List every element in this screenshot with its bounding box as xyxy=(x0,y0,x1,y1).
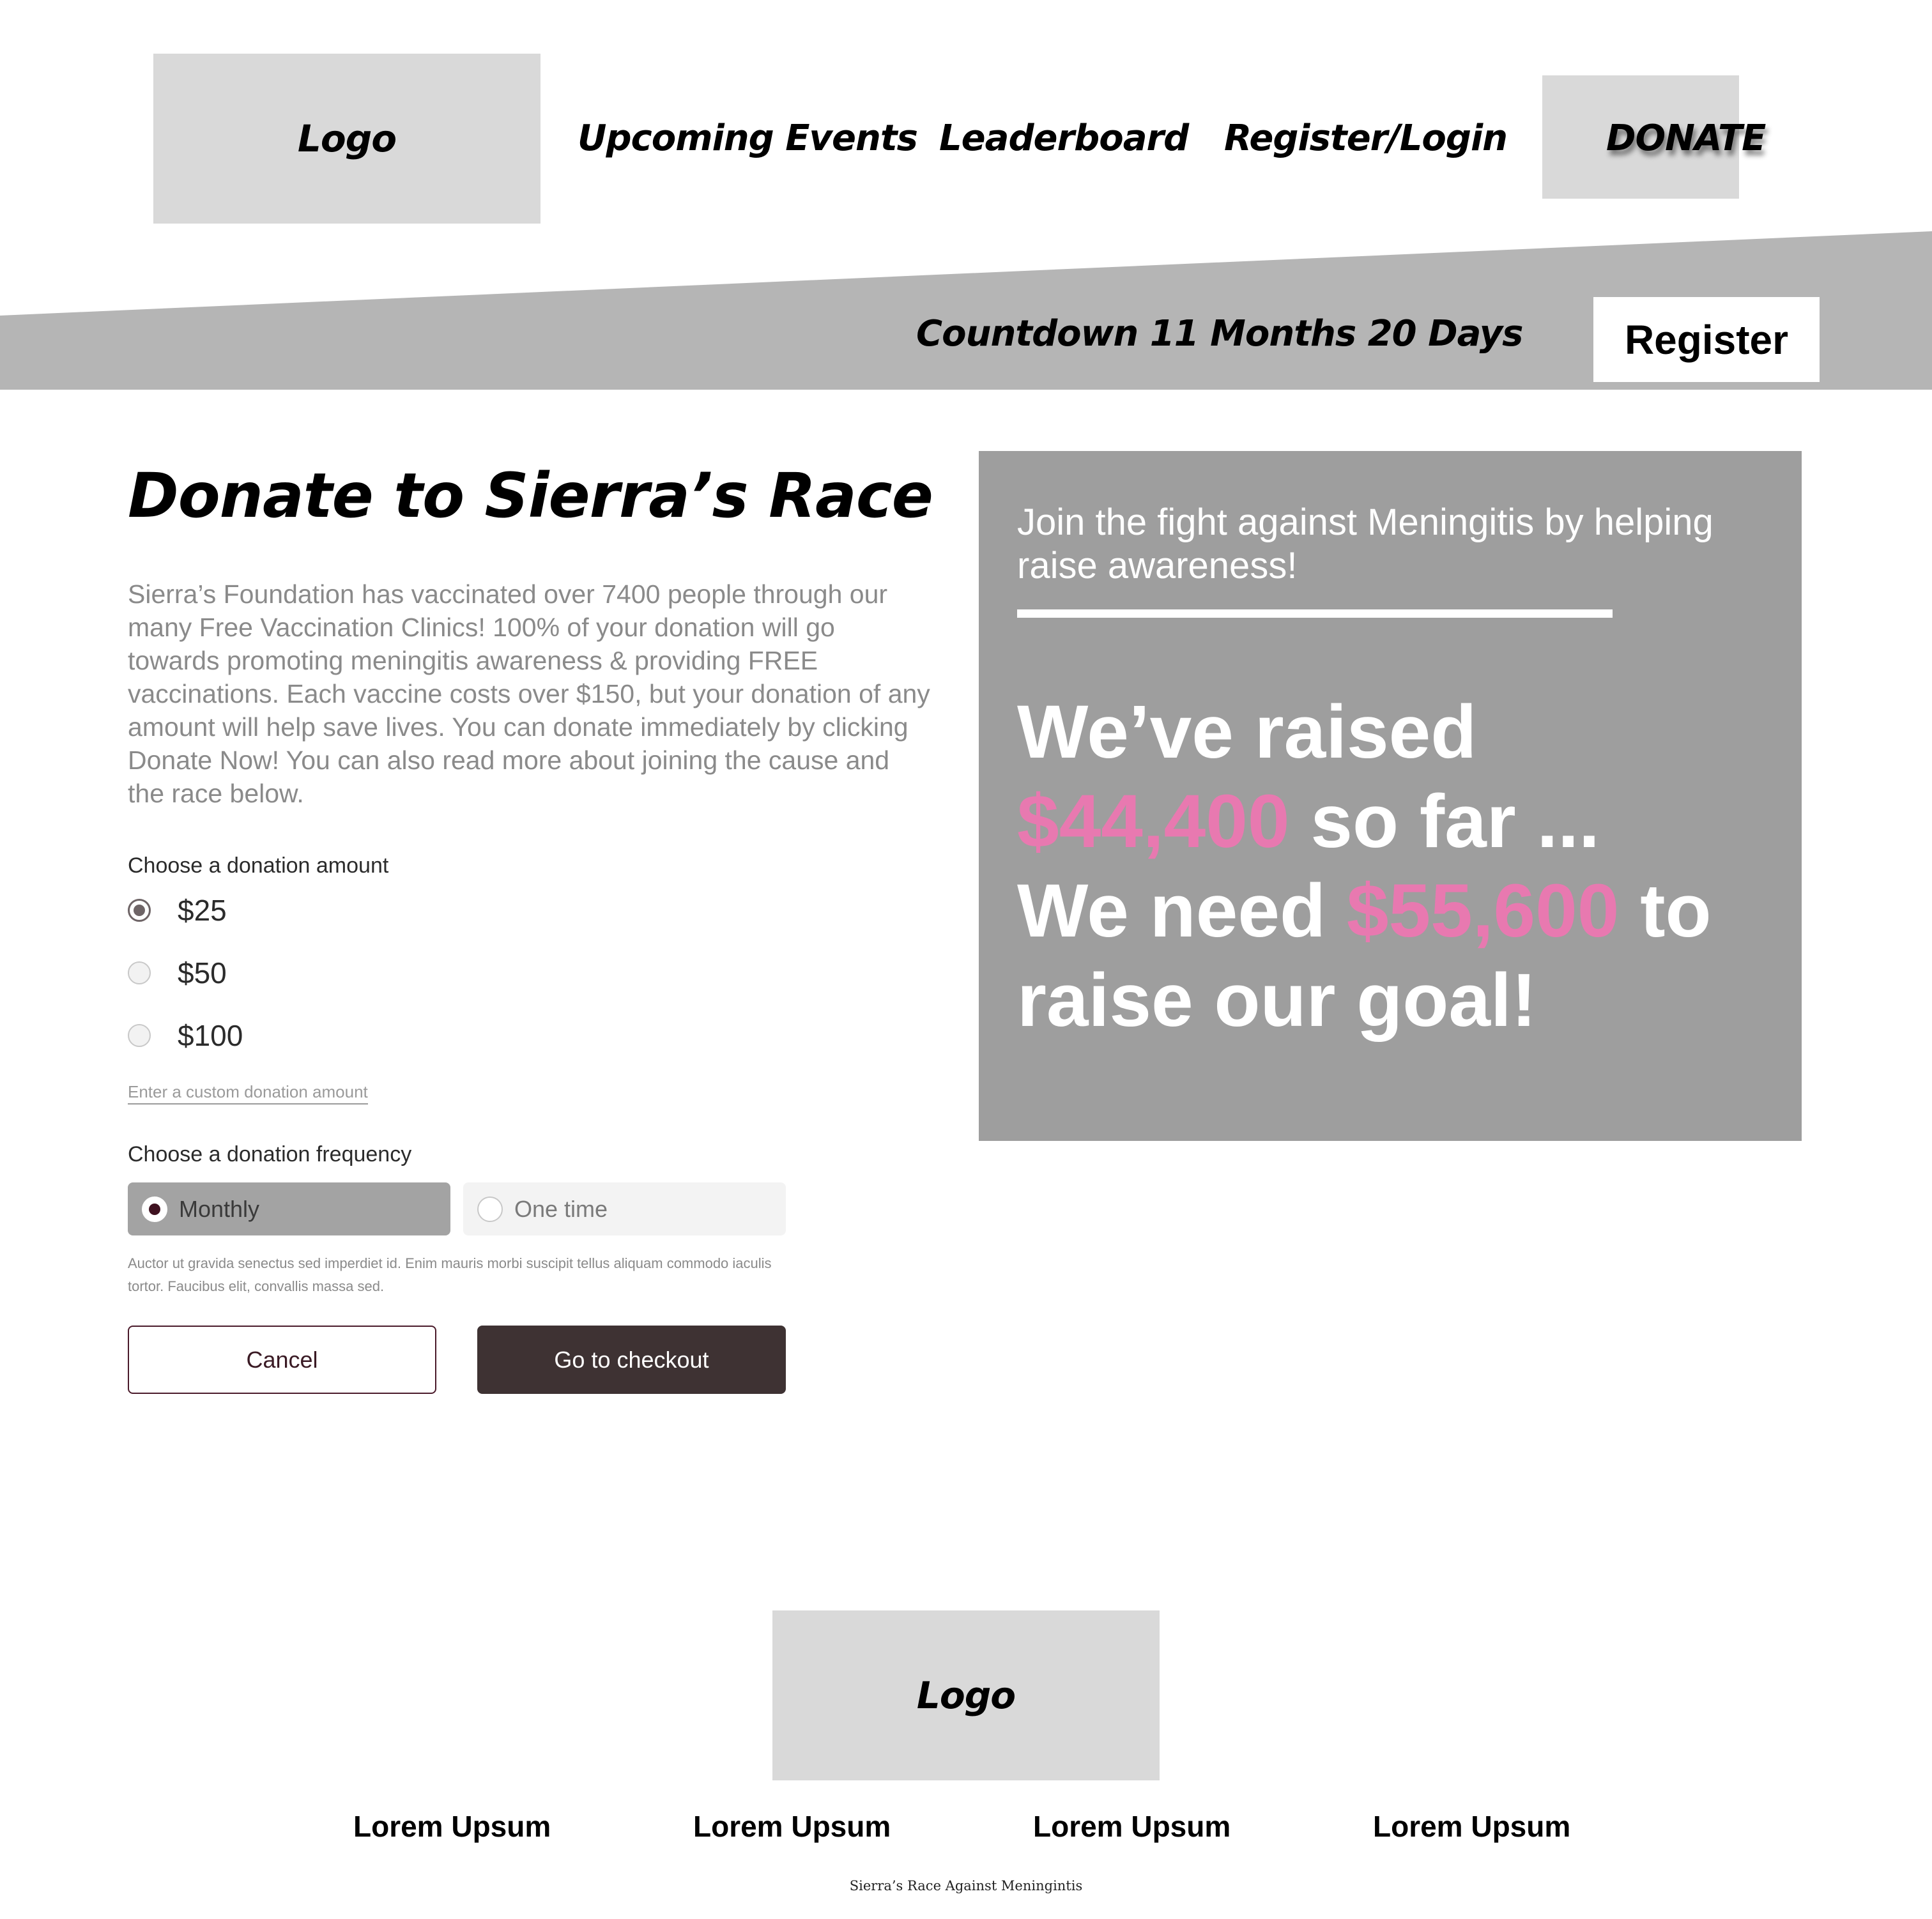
footer-logo[interactable]: Logo xyxy=(772,1610,1160,1780)
panel-subtitle: Join the fight against Meningitis by hel… xyxy=(1017,501,1713,586)
register-button[interactable]: Register xyxy=(1593,297,1820,382)
checkout-button[interactable]: Go to checkout xyxy=(477,1326,786,1394)
donation-amount-label: Choose a donation amount xyxy=(128,853,389,878)
amount-option-label: $100 xyxy=(178,1019,243,1052)
page-title: Donate to Sierra’s Race xyxy=(128,460,933,531)
frequency-option-monthly[interactable]: Monthly xyxy=(128,1182,450,1235)
amount-option-label: $50 xyxy=(178,956,227,990)
nav-leaderboard[interactable]: Leaderboard xyxy=(939,118,1189,159)
raised-amount: $44,400 xyxy=(1017,779,1290,864)
footer-link-3[interactable]: Lorem Upsum xyxy=(1033,1809,1230,1844)
header-logo[interactable]: Logo xyxy=(153,54,540,224)
need-amount: $55,600 xyxy=(1346,869,1620,953)
frequency-option-one-time[interactable]: One time xyxy=(463,1182,786,1235)
intro-paragraph: Sierra’s Foundation has vaccinated over … xyxy=(128,579,930,808)
donation-frequency-label: Choose a donation frequency xyxy=(128,1142,412,1166)
amount-option-50[interactable]: $50 xyxy=(128,956,227,990)
fine-print: Auctor ut gravida senectus sed imperdiet… xyxy=(128,1255,772,1294)
footer-credit: Sierra’s Race Against Meningintis xyxy=(849,1878,1083,1893)
radio-icon[interactable] xyxy=(128,961,151,984)
footer-link-1[interactable]: Lorem Upsum xyxy=(353,1809,551,1844)
custom-amount-link[interactable]: Enter a custom donation amount xyxy=(128,1082,368,1105)
fundraising-panel: Join the fight against Meningitis by hel… xyxy=(979,451,1802,1141)
panel-divider xyxy=(1017,609,1613,618)
footer-logo-text: Logo xyxy=(916,1674,1016,1717)
nav-register-login[interactable]: Register/Login xyxy=(1224,118,1508,159)
nav-upcoming-events[interactable]: Upcoming Events xyxy=(578,118,918,159)
radio-selected-icon[interactable] xyxy=(128,899,151,922)
footer-link-4[interactable]: Lorem Upsum xyxy=(1373,1809,1570,1844)
amount-option-label: $25 xyxy=(178,894,227,927)
countdown-text: Countdown 11 Months 20 Days xyxy=(916,313,1523,355)
radio-icon[interactable] xyxy=(128,1024,151,1047)
donate-button-label[interactable]: DONATE xyxy=(1606,118,1766,159)
radio-selected-icon[interactable] xyxy=(142,1196,167,1222)
radio-icon[interactable] xyxy=(477,1196,503,1222)
fundraising-progress: We’ve raised $44,400 so far ... We need … xyxy=(1017,687,1784,1045)
amount-option-100[interactable]: $100 xyxy=(128,1018,243,1053)
raised-suffix: so far ... xyxy=(1310,779,1600,864)
amount-option-25[interactable]: $25 xyxy=(128,893,227,928)
footer-link-2[interactable]: Lorem Upsum xyxy=(693,1809,891,1844)
frequency-option-label: One time xyxy=(514,1195,608,1222)
header-logo-text: Logo xyxy=(297,117,397,160)
frequency-option-label: Monthly xyxy=(179,1195,260,1222)
raised-prefix: We’ve raised xyxy=(1017,690,1477,774)
need-prefix: We need xyxy=(1017,869,1326,953)
cancel-button[interactable]: Cancel xyxy=(128,1326,436,1394)
